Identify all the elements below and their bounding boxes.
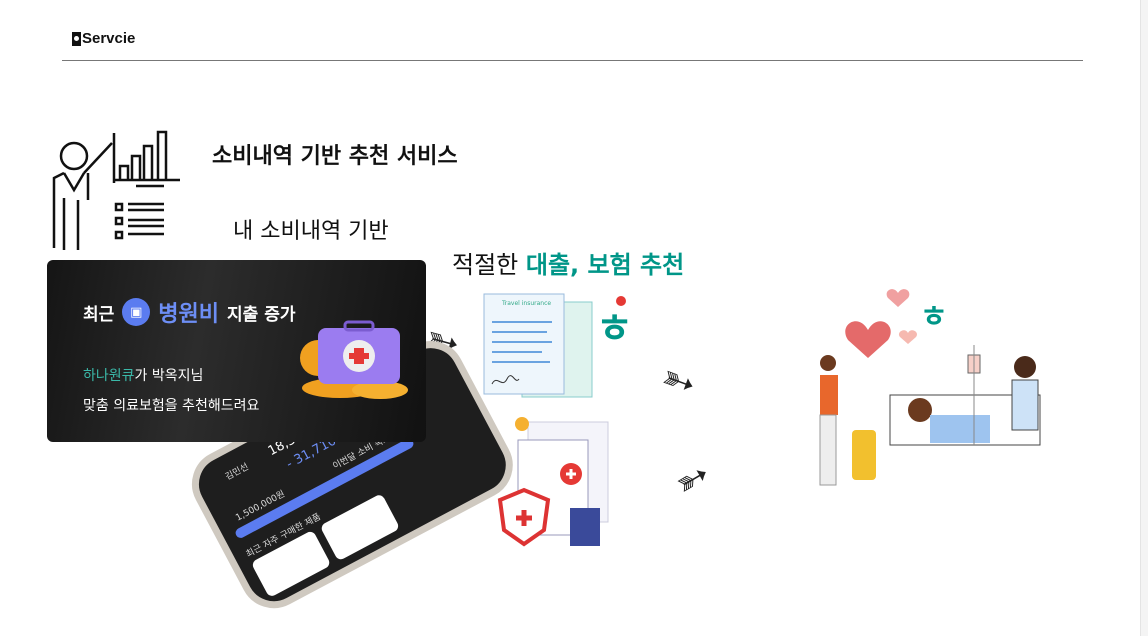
brand-name: 하나원큐 xyxy=(83,368,135,384)
insurance-document-icon: Travel insurance xyxy=(483,293,593,398)
arrow-icon: ➳ xyxy=(655,353,703,409)
document-label: Travel insurance xyxy=(501,300,551,307)
arrow-icon: ➳ xyxy=(666,450,719,508)
card-suffix: 지출 증가 xyxy=(227,304,296,325)
card-message: 맞춤 의료보험을 추천해드려요 xyxy=(83,398,260,414)
section-header: Servcie xyxy=(72,30,135,47)
subtitle-highlight: 대출, 보험 추천 xyxy=(525,251,685,279)
subtitle-recommend: 적절한 대출, 보험 추천 xyxy=(452,245,684,280)
subtitle-spending: 내 소비내역 기반 xyxy=(233,219,389,244)
subtitle-prefix: 적절한 xyxy=(452,251,526,279)
presenter-chart-icon xyxy=(52,130,180,250)
hospital-icon: ▣ xyxy=(122,298,151,326)
scrollbar[interactable] xyxy=(1140,0,1148,636)
card-user: 가 박옥지님 xyxy=(134,368,204,384)
travel-hospital-illustration: ㅎ xyxy=(819,289,1041,486)
divider xyxy=(62,60,1083,61)
card-prefix: 최근 xyxy=(83,304,115,325)
hana-logo: ㅎ xyxy=(596,306,633,352)
bullet-icon xyxy=(72,31,81,46)
page-title: 소비내역 기반 추천 서비스 xyxy=(212,144,458,169)
card-highlight: 병원비 xyxy=(158,302,220,327)
product-card[interactable] xyxy=(319,493,401,562)
medical-kit-icon xyxy=(300,320,408,399)
phone-user-name: 김민선 xyxy=(223,462,251,483)
section-label: Servcie xyxy=(82,30,136,47)
hana-logo-dot xyxy=(616,296,626,306)
svg-text:ㅎ: ㅎ xyxy=(920,300,948,335)
